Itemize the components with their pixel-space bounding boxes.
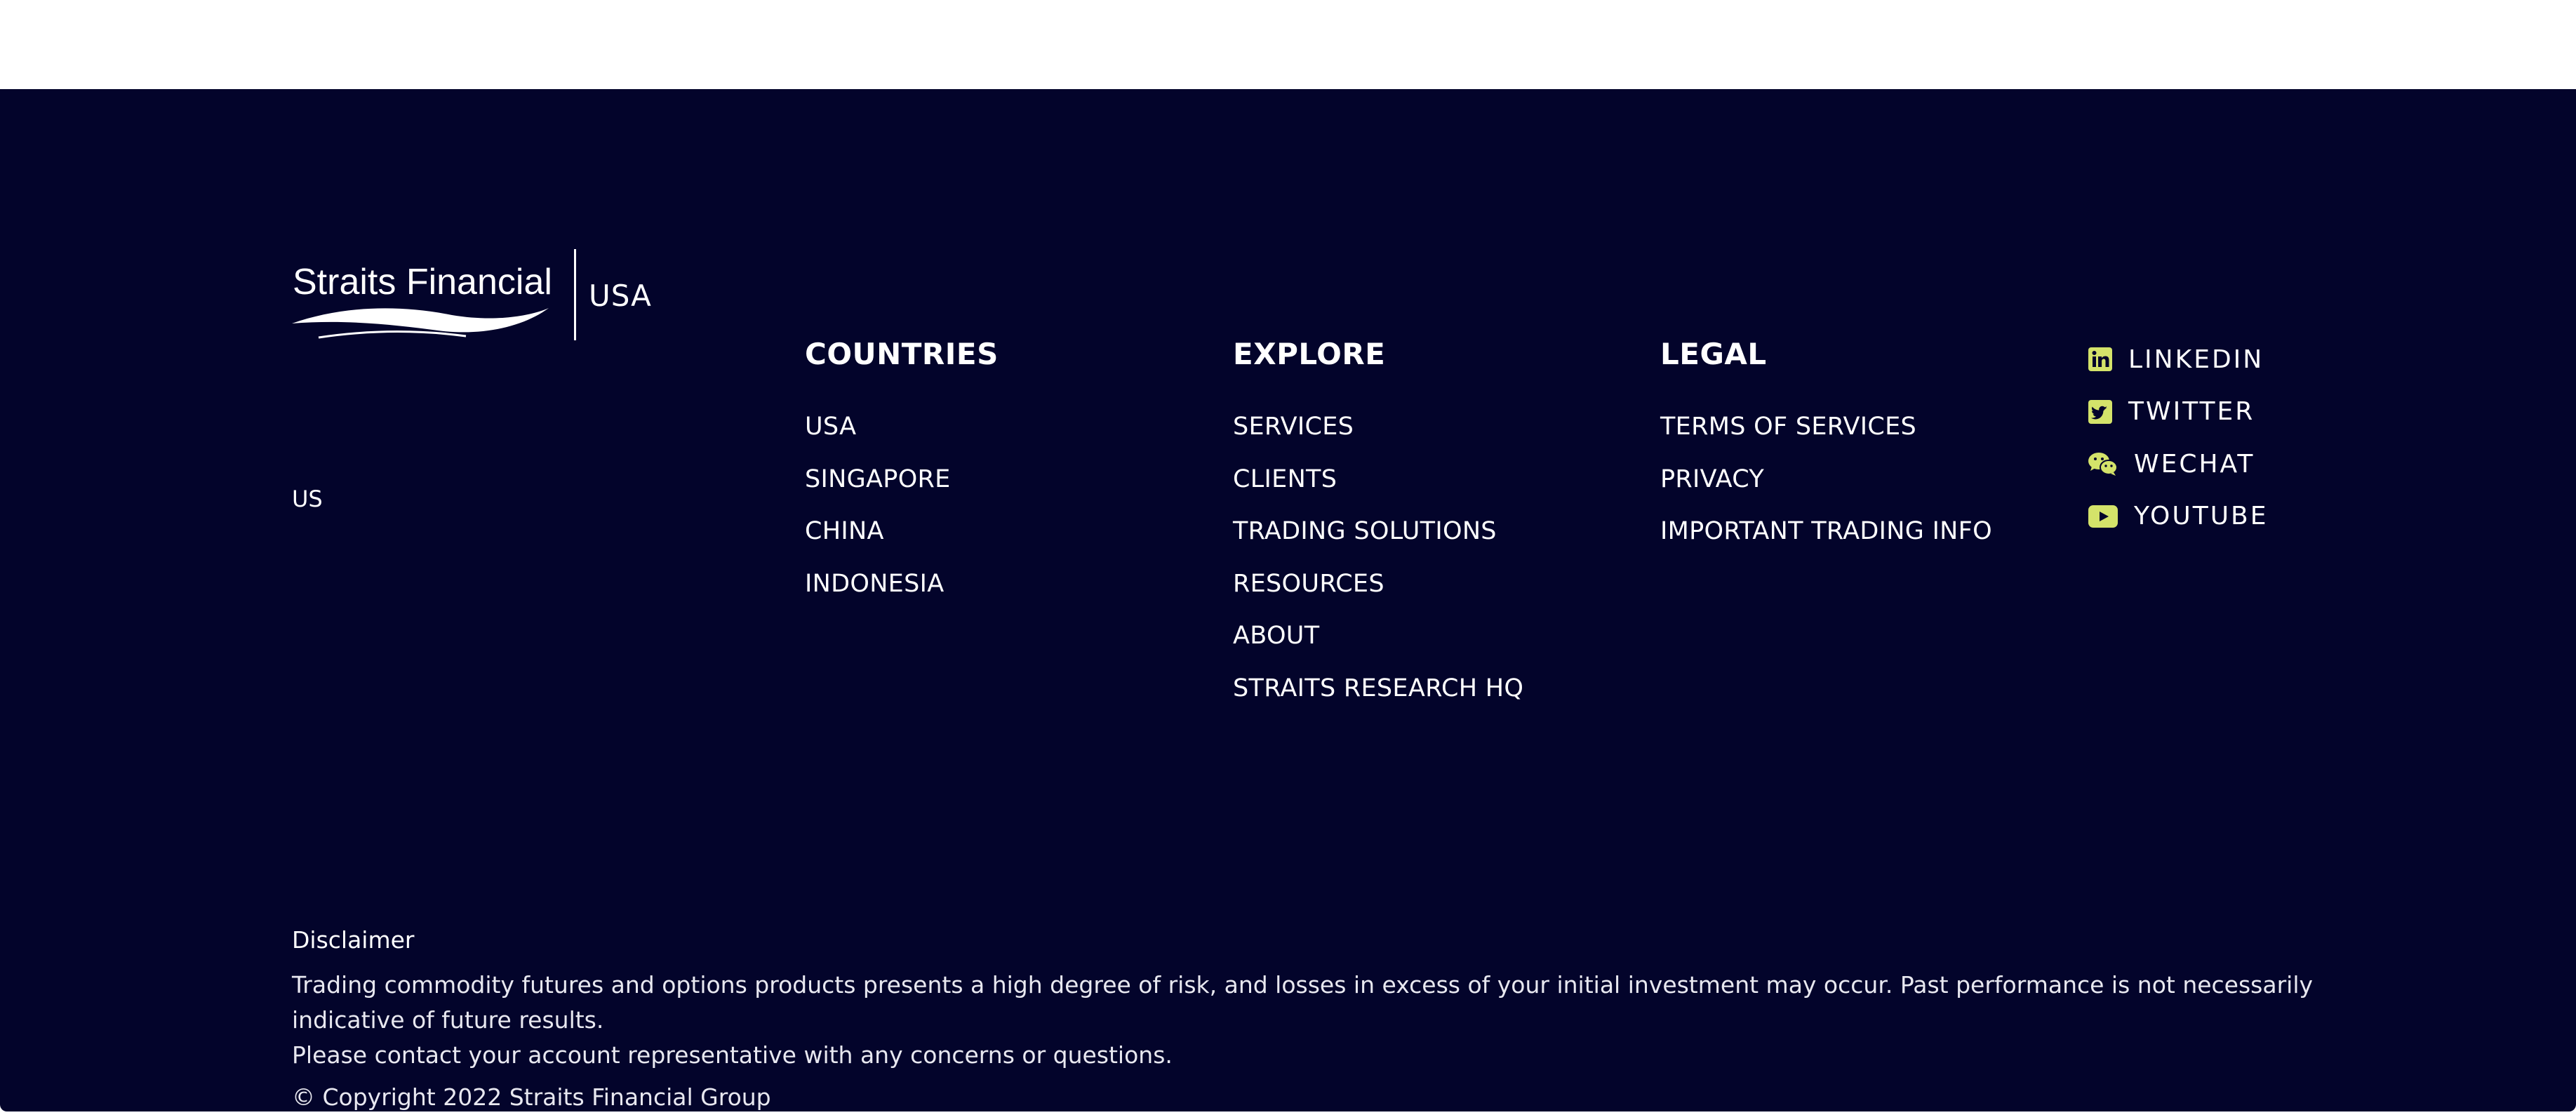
twitter-label: TWITTER <box>2128 397 2255 427</box>
explore-heading: EXPLORE <box>1233 337 1386 371</box>
page-top-area <box>0 0 2576 89</box>
logo-country-label: USA <box>589 279 652 313</box>
social-link-wechat[interactable]: WECHAT <box>2088 438 2269 490</box>
explore-link-services[interactable]: SERVICES <box>1233 401 1523 453</box>
explore-link-clients[interactable]: CLIENTS <box>1233 453 1523 506</box>
social-links: LINKEDIN TWITTER WECHAT YOUTUBE <box>2088 333 2269 542</box>
brand-block[interactable]: Straits Financial USA <box>291 249 655 347</box>
logo-divider <box>574 249 576 340</box>
country-link-china[interactable]: CHINA <box>805 505 999 558</box>
linkedin-icon <box>2088 347 2113 372</box>
country-link-singapore[interactable]: SINGAPORE <box>805 453 999 506</box>
explore-link-about[interactable]: ABOUT <box>1233 610 1523 662</box>
country-link-indonesia[interactable]: INDONESIA <box>805 558 999 610</box>
legal-heading: LEGAL <box>1660 337 1767 371</box>
disclaimer-text-line-1: Trading commodity futures and options pr… <box>292 971 2314 1034</box>
explore-link-resources[interactable]: RESOURCES <box>1233 558 1523 610</box>
twitter-icon <box>2088 399 2113 425</box>
explore-column: EXPLORE SERVICES CLIENTS TRADING SOLUTIO… <box>1233 335 1523 714</box>
youtube-label: YOUTUBE <box>2134 502 2269 531</box>
copyright-notice: © Copyright 2022 Straits Financial Group <box>292 1083 771 1111</box>
youtube-icon <box>2088 504 2118 529</box>
svg-text:Straits Financial: Straits Financial <box>293 262 552 302</box>
social-link-youtube[interactable]: YOUTUBE <box>2088 490 2269 543</box>
straits-financial-logo[interactable]: Straits Financial <box>291 249 554 340</box>
disclaimer-text-line-2: Please contact your account representati… <box>292 1041 1173 1069</box>
legal-column: LEGAL TERMS OF SERVICES PRIVACY IMPORTAN… <box>1660 335 1992 558</box>
legal-link-terms[interactable]: TERMS OF SERVICES <box>1660 401 1992 453</box>
wechat-label: WECHAT <box>2134 449 2255 479</box>
country-link-usa[interactable]: USA <box>805 401 999 453</box>
legal-link-privacy[interactable]: PRIVACY <box>1660 453 1992 506</box>
countries-heading: COUNTRIES <box>805 337 999 371</box>
social-link-linkedin[interactable]: LINKEDIN <box>2088 333 2269 386</box>
social-link-twitter[interactable]: TWITTER <box>2088 386 2269 439</box>
linkedin-label: LINKEDIN <box>2128 345 2264 374</box>
explore-link-research-hq[interactable]: STRAITS RESEARCH HQ <box>1233 662 1523 715</box>
legal-link-trading-info[interactable]: IMPORTANT TRADING INFO <box>1660 505 1992 558</box>
explore-link-trading-solutions[interactable]: TRADING SOLUTIONS <box>1233 505 1523 558</box>
wechat-icon <box>2088 451 2118 476</box>
countries-column: COUNTRIES USA SINGAPORE CHINA INDONESIA <box>805 335 999 610</box>
region-code: US <box>292 486 323 512</box>
disclaimer-title: Disclaimer <box>292 926 415 954</box>
disclaimer-section: Disclaimer Trading commodity futures and… <box>292 923 2327 1115</box>
site-footer: Straits Financial USA US COUNTRIES USA S… <box>0 89 2576 1111</box>
